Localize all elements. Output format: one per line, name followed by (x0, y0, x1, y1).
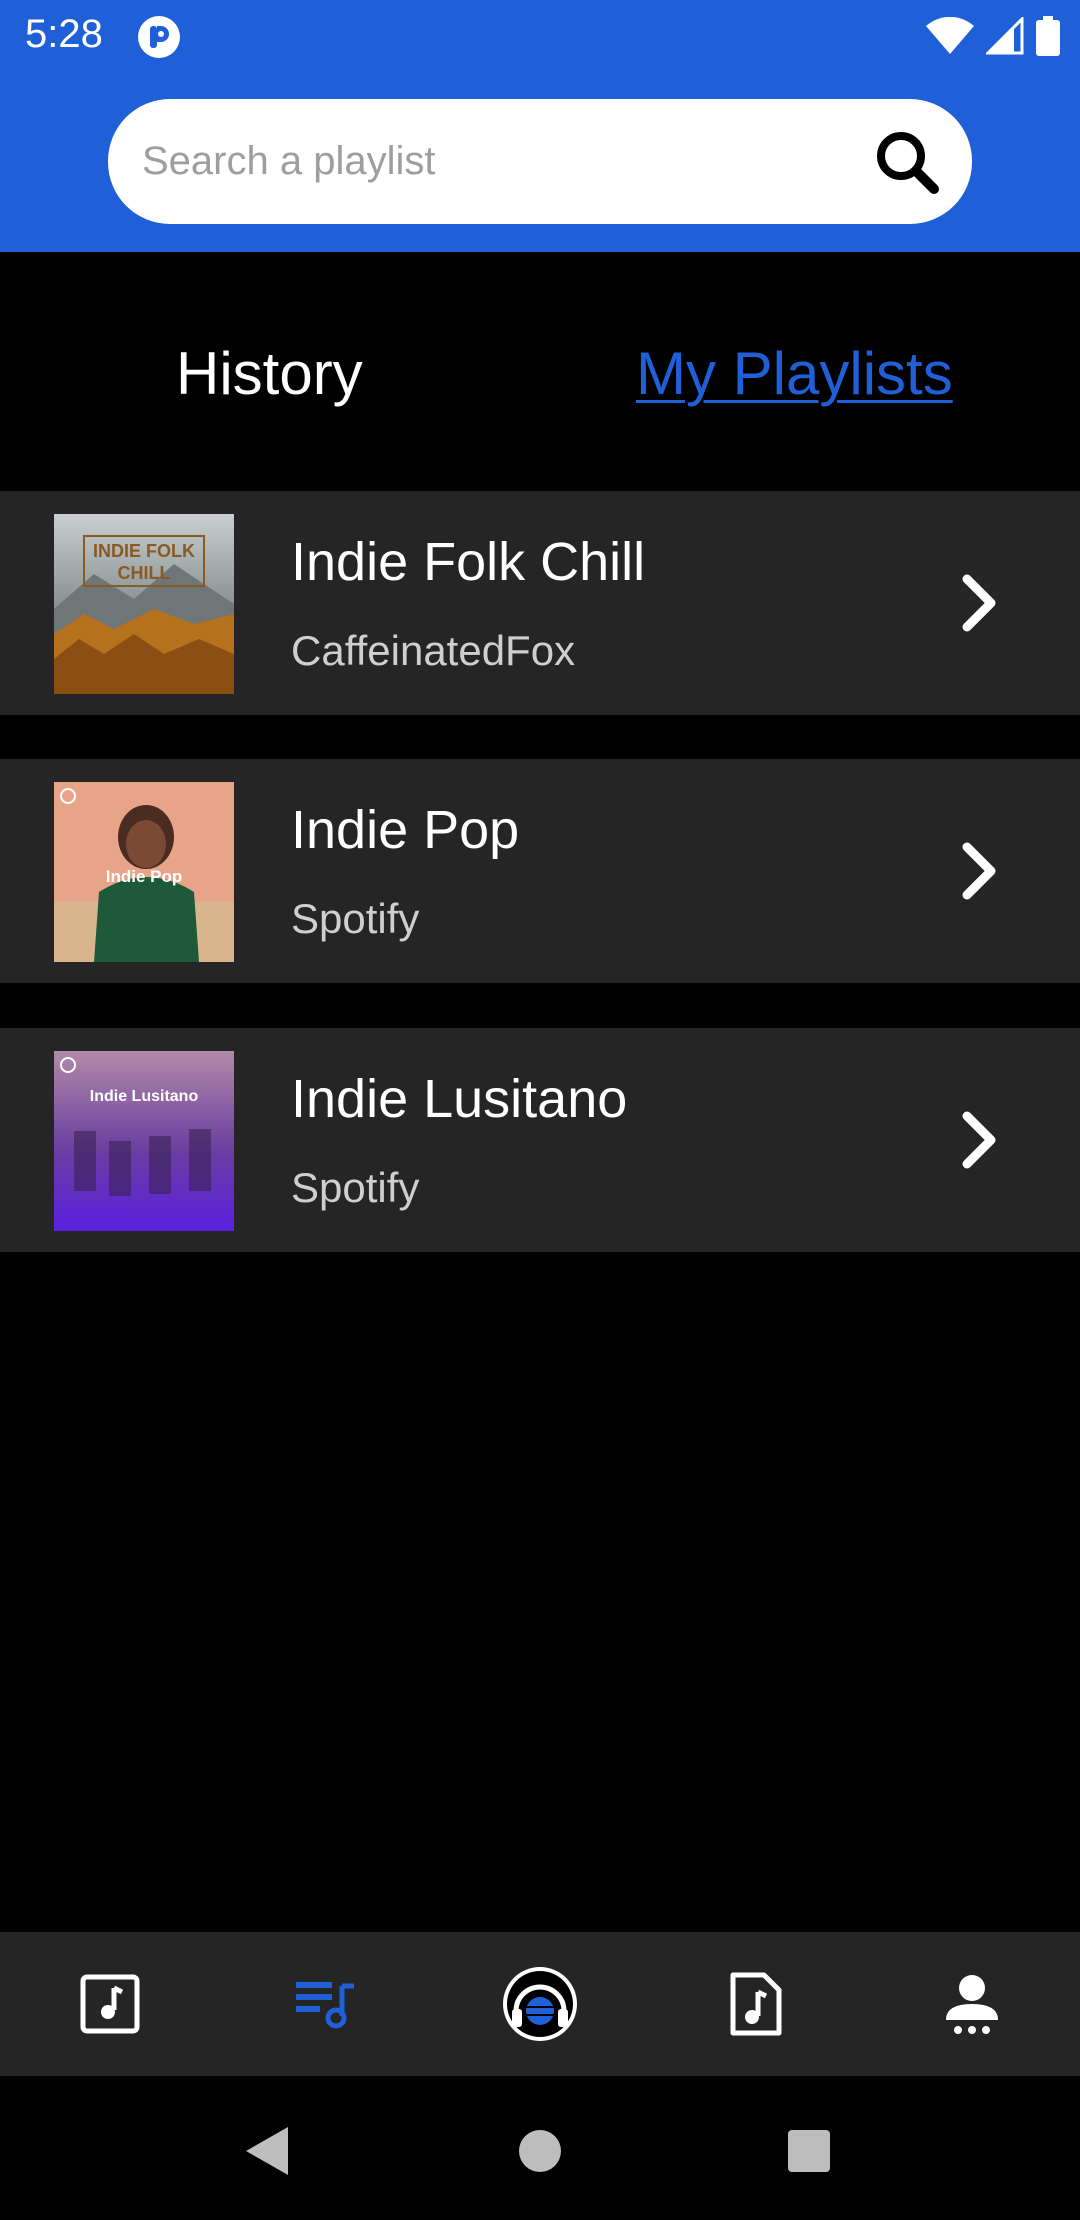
playlist-owner: Spotify (291, 895, 420, 942)
playlist-icon (296, 1982, 354, 2029)
cover-art: Indie Pop (54, 782, 234, 962)
cover-art: INDIE FOLK CHILL (54, 514, 234, 694)
nav-playlists[interactable] (276, 1954, 376, 2054)
music-square-icon (80, 1974, 140, 2034)
home-icon (519, 2130, 561, 2172)
status-bar: 5:28 (0, 0, 1080, 72)
playlist-title: Indie Pop (291, 800, 520, 860)
svg-text:Indie Lusitano: Indie Lusitano (90, 1088, 199, 1105)
search-icon[interactable] (872, 127, 942, 197)
nav-profile[interactable] (922, 1954, 1022, 2054)
recents-icon (788, 2130, 830, 2172)
bottom-navigation (0, 1932, 1080, 2076)
tab-my-playlists[interactable]: My Playlists (636, 339, 953, 408)
chevron-right-icon[interactable] (955, 571, 1005, 635)
app-header: 5:28 (0, 0, 1080, 252)
recents-button[interactable] (774, 2116, 844, 2186)
tab-bar: History My Playlists (0, 252, 1080, 490)
chevron-right-icon[interactable] (955, 1108, 1005, 1172)
tab-history[interactable]: History (176, 339, 363, 408)
status-time: 5:28 (25, 12, 103, 56)
playlist-row[interactable]: INDIE FOLK CHILL Indie Folk Chill Caffei… (0, 491, 1080, 715)
chevron-right-icon[interactable] (955, 839, 1005, 903)
user-icon (946, 1975, 998, 2034)
app-notification-icon (138, 16, 180, 58)
playlist-title: Indie Lusitano (291, 1069, 628, 1129)
playlist-cover: Indie Pop (54, 782, 234, 962)
status-icons (926, 14, 1060, 58)
headphones-globe-icon (503, 1967, 577, 2041)
playlist-owner: Spotify (291, 1164, 420, 1211)
search-input[interactable] (142, 99, 842, 224)
cover-art: Indie Lusitano (54, 1051, 234, 1231)
wifi-icon (926, 17, 974, 54)
nav-music-file[interactable] (706, 1954, 806, 2054)
playlist-owner: CaffeinatedFox (291, 627, 576, 674)
search-bar (108, 99, 972, 224)
playlist-cover: Indie Lusitano (54, 1051, 234, 1231)
back-button[interactable] (232, 2116, 302, 2186)
music-file-icon (730, 1972, 782, 2036)
playlist-row[interactable]: Indie Lusitano Indie Lusitano Spotify (0, 1028, 1080, 1252)
playlist-row[interactable]: Indie Pop Indie Pop Spotify (0, 759, 1080, 983)
svg-text:INDIE FOLK: INDIE FOLK (93, 541, 195, 561)
system-navigation-bar (0, 2076, 1080, 2220)
signal-icon (986, 17, 1024, 55)
playlist-title: Indie Folk Chill (291, 532, 646, 592)
svg-text:CHILL: CHILL (118, 563, 171, 583)
nav-listen[interactable] (490, 1954, 590, 2054)
battery-icon (1036, 16, 1060, 56)
back-icon (246, 2127, 288, 2175)
home-button[interactable] (505, 2116, 575, 2186)
playlist-cover: INDIE FOLK CHILL (54, 514, 234, 694)
nav-music[interactable] (60, 1954, 160, 2054)
svg-text:Indie Pop: Indie Pop (106, 867, 183, 886)
